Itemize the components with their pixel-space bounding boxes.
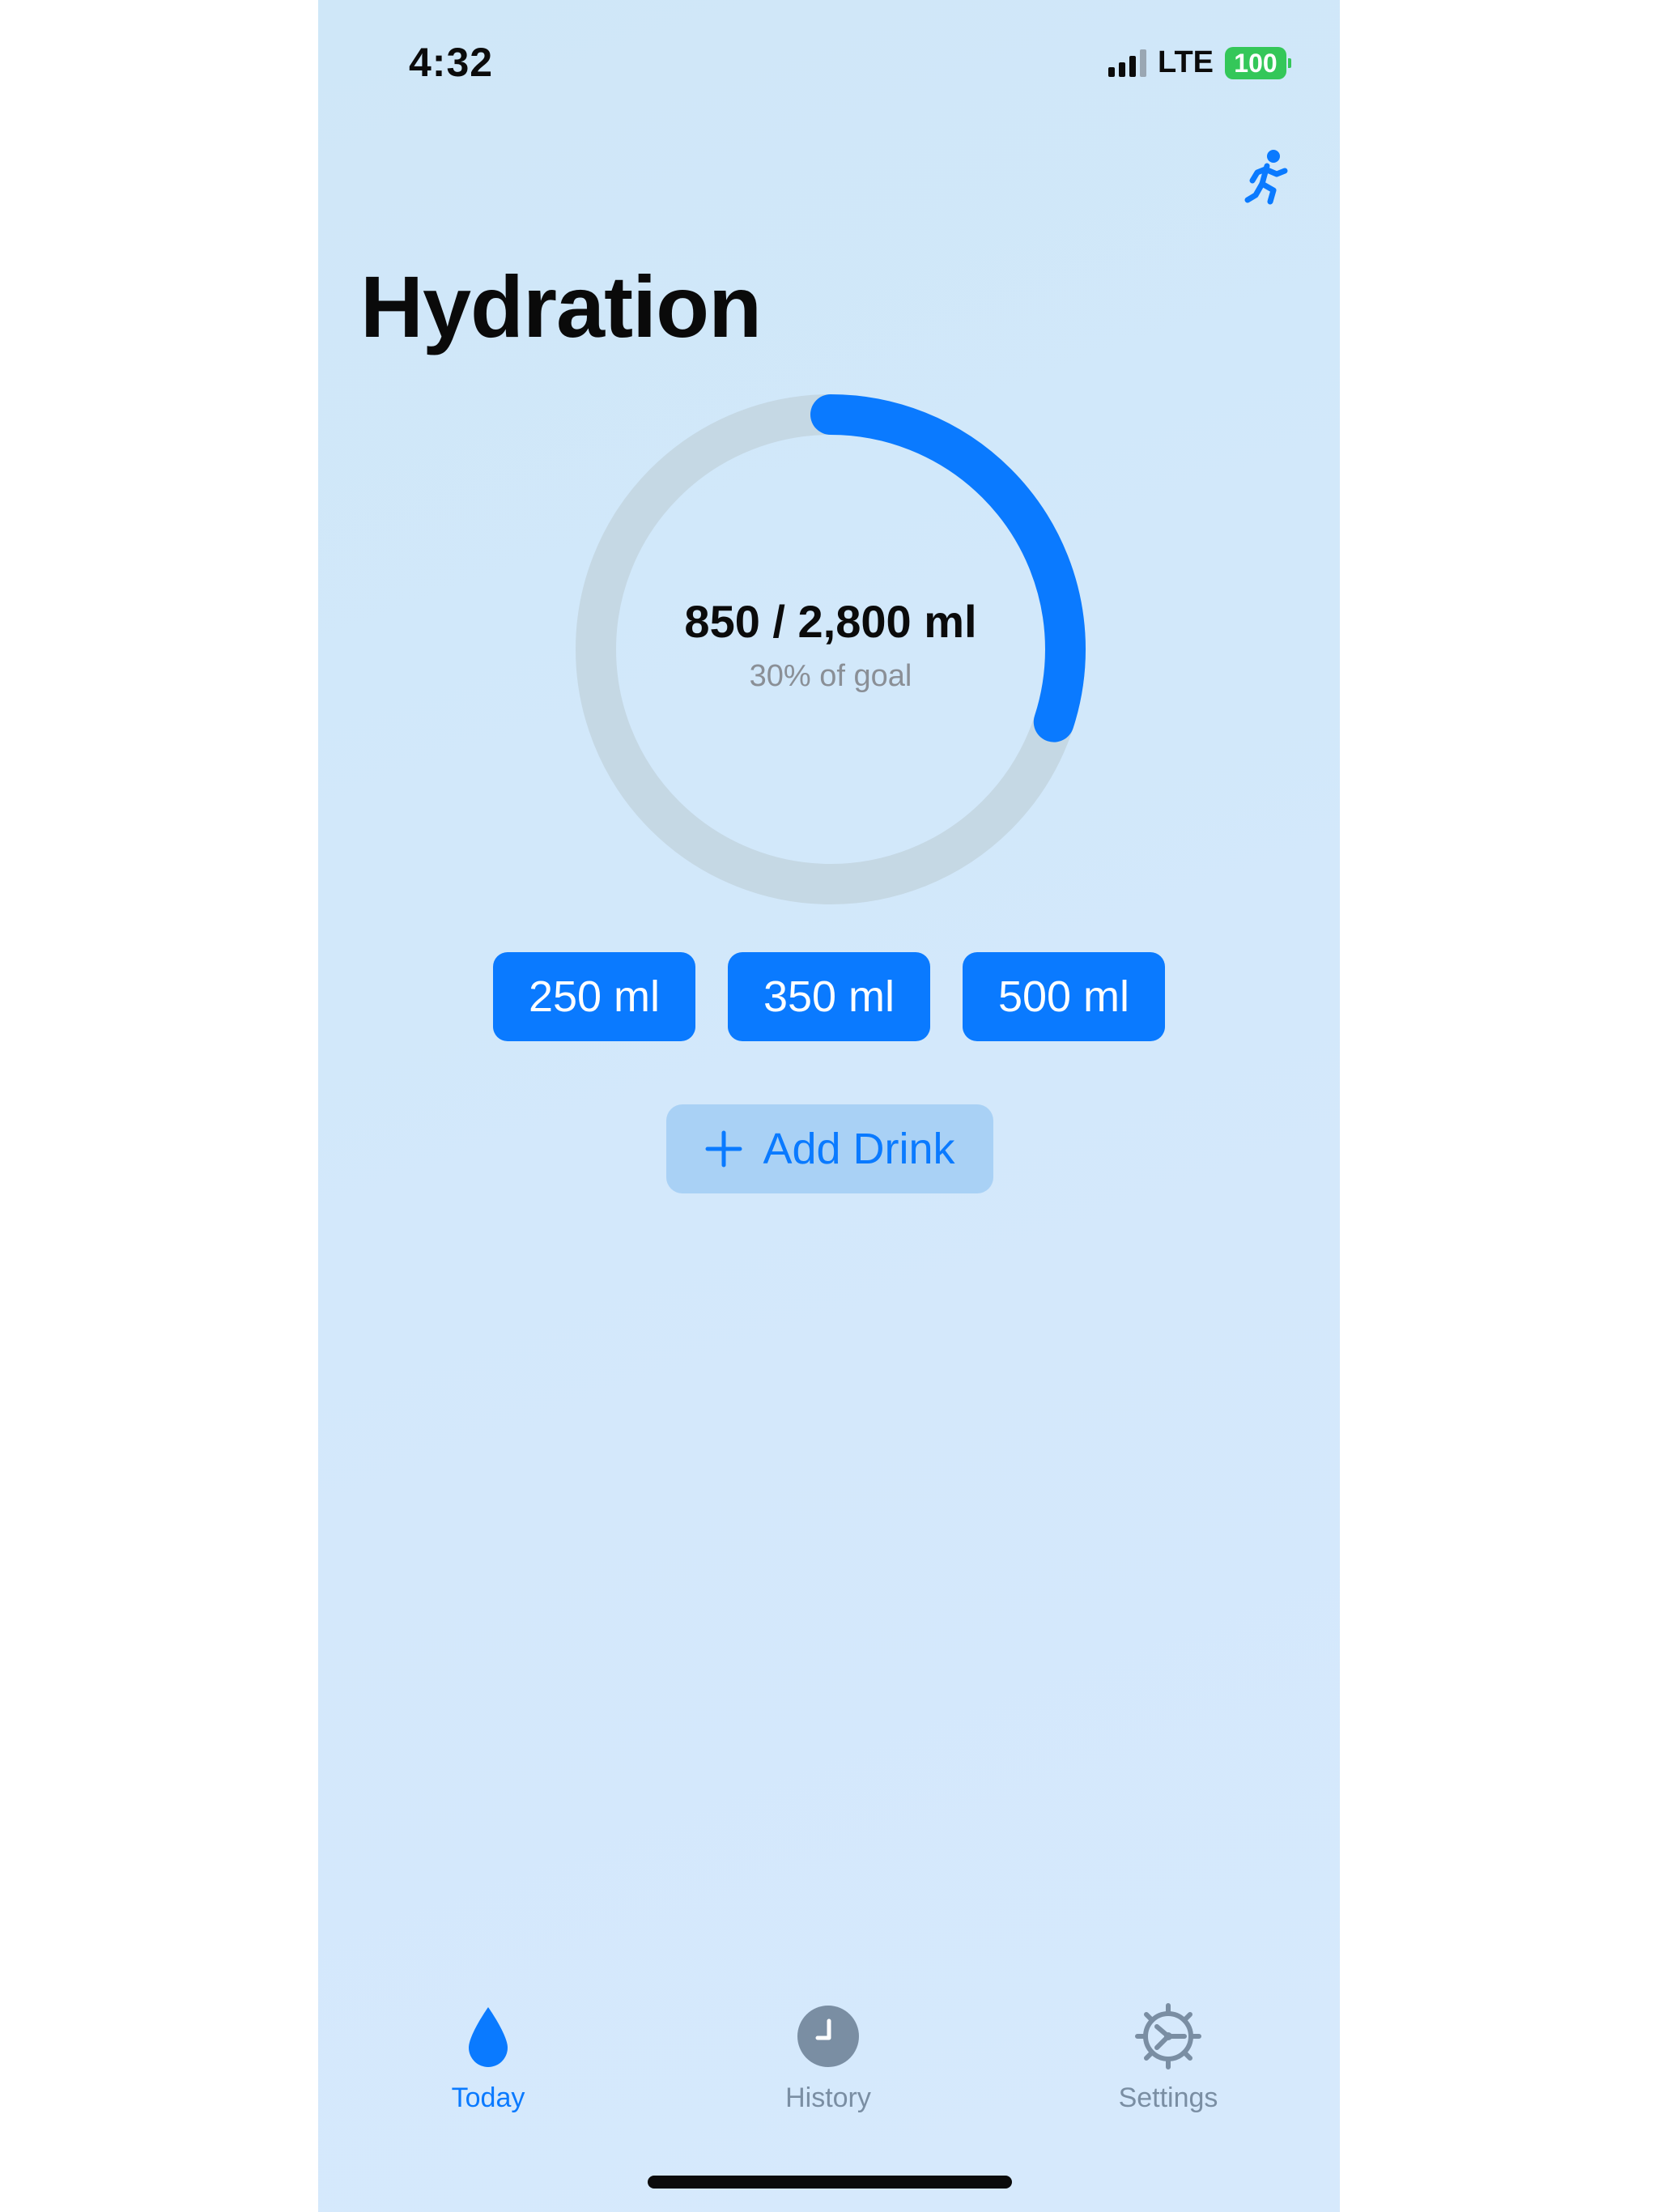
tab-settings[interactable]: Settings <box>1071 2000 1265 2114</box>
quick-add-row: 250 ml 350 ml 500 ml <box>318 952 1340 1041</box>
home-indicator[interactable] <box>648 2176 1012 2189</box>
tab-history[interactable]: History <box>731 2000 925 2114</box>
add-drink-button[interactable]: Add Drink <box>666 1104 993 1193</box>
plus-icon <box>705 1130 742 1168</box>
add-drink-label: Add Drink <box>763 1125 955 1173</box>
clock-icon <box>797 2006 859 2067</box>
quick-add-500-button[interactable]: 500 ml <box>963 952 1165 1041</box>
phone-screen: 4:32 LTE 100 Hydration 850 / 2,800 ml 30… <box>318 0 1340 2212</box>
activity-button[interactable] <box>1238 146 1299 215</box>
tab-bar: Today History Settings <box>318 2000 1340 2138</box>
page-title: Hydration <box>360 257 762 355</box>
quick-add-250-button[interactable]: 250 ml <box>493 952 695 1041</box>
water-drop-icon <box>469 2007 508 2067</box>
intake-amount: 850 / 2,800 ml <box>684 596 977 647</box>
battery-level: 100 <box>1225 46 1286 79</box>
network-type: LTE <box>1158 45 1214 79</box>
tab-history-label: History <box>785 2082 871 2113</box>
running-figure-icon <box>1244 150 1288 205</box>
progress-summary: 850 / 2,800 ml 30% of goal <box>572 390 1090 908</box>
status-bar: 4:32 LTE 100 <box>318 0 1340 130</box>
gear-icon <box>1135 2003 1201 2069</box>
tab-today-label: Today <box>451 2082 525 2113</box>
tab-settings-label: Settings <box>1118 2082 1218 2113</box>
goal-percent: 30% of goal <box>749 659 912 693</box>
status-indicators: LTE 100 <box>1108 45 1291 80</box>
battery-icon: 100 <box>1225 46 1291 79</box>
signal-strength-icon <box>1108 49 1147 77</box>
tab-today[interactable]: Today <box>391 2000 585 2114</box>
status-time: 4:32 <box>409 40 494 85</box>
progress-ring: 850 / 2,800 ml 30% of goal <box>572 390 1090 908</box>
quick-add-350-button[interactable]: 350 ml <box>728 952 930 1041</box>
